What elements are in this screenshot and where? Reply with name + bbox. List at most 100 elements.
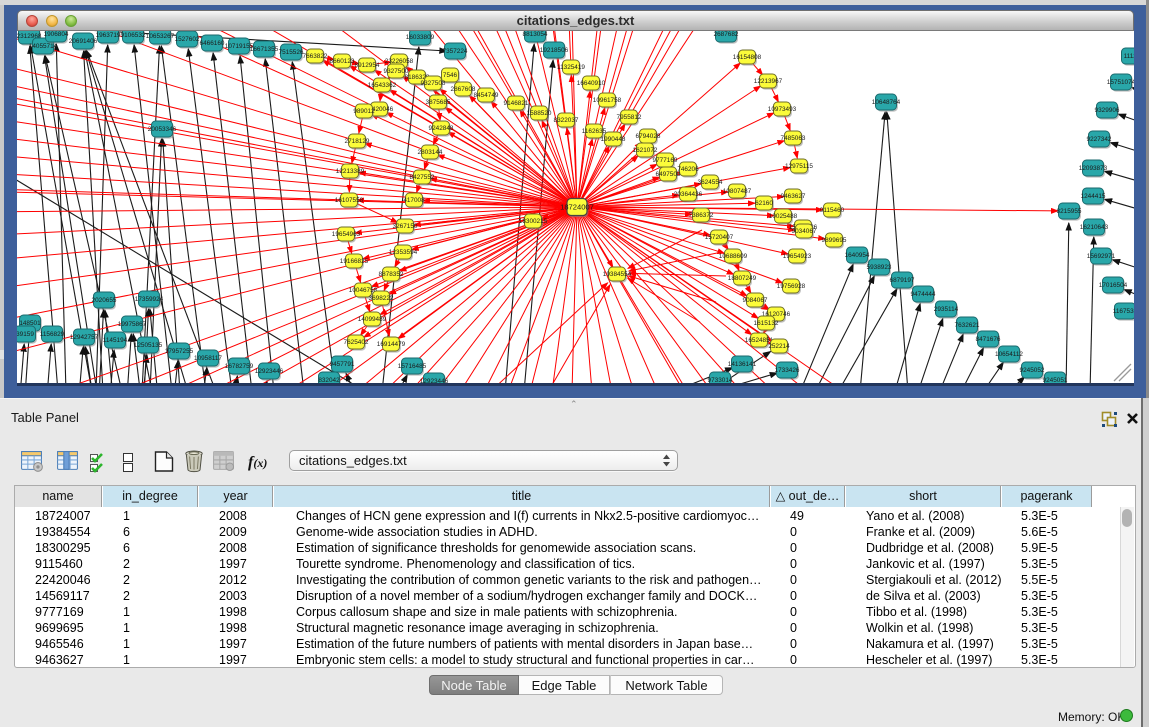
svg-text:16033809: 16033809: [406, 34, 435, 41]
svg-text:18300215: 18300215: [519, 218, 548, 225]
svg-text:19384554: 19384554: [603, 271, 632, 278]
svg-text:1167533: 1167533: [1113, 308, 1134, 315]
svg-text:10653267: 10653267: [146, 33, 175, 40]
svg-text:17957255: 17957255: [165, 348, 194, 355]
svg-text:989012: 989012: [353, 108, 375, 115]
svg-text:2687682: 2687682: [714, 31, 739, 38]
svg-text:19218506: 19218506: [540, 47, 569, 54]
svg-text:1990448: 1990448: [601, 136, 626, 143]
svg-text:6879197: 6879197: [890, 277, 915, 284]
svg-text:16154808: 16154808: [733, 54, 762, 61]
svg-text:3624554: 3624554: [698, 179, 723, 186]
svg-text:5938923: 5938923: [867, 264, 892, 271]
svg-text:11325419: 11325419: [557, 64, 585, 71]
svg-text:15716485: 15716485: [398, 363, 427, 370]
svg-text:3875685: 3875685: [426, 99, 451, 106]
svg-text:12213967: 12213967: [754, 78, 783, 85]
svg-text:20364436: 20364436: [674, 191, 703, 198]
svg-text:1244415: 1244415: [1081, 193, 1106, 200]
svg-text:9474444: 9474444: [911, 291, 936, 298]
svg-text:10648764: 10648764: [872, 99, 901, 106]
svg-text:10688609: 10688609: [719, 253, 748, 260]
svg-text:10807487: 10807487: [723, 188, 752, 195]
svg-text:7357224: 7357224: [443, 48, 468, 55]
svg-text:12975115: 12975115: [785, 163, 813, 170]
svg-text:15692971: 15692971: [1087, 253, 1116, 260]
svg-text:1615132: 1615132: [754, 320, 779, 327]
svg-text:17016504: 17016504: [1099, 282, 1128, 289]
svg-text:19654923: 19654923: [783, 253, 812, 260]
svg-text:19975867: 19975867: [118, 321, 147, 328]
svg-text:14136141: 14136141: [728, 361, 757, 368]
svg-text:8322037: 8322037: [554, 117, 579, 124]
svg-text:12213389: 12213389: [336, 168, 365, 175]
svg-text:1162635: 1162635: [582, 128, 607, 135]
svg-text:1156829: 1156829: [40, 331, 65, 338]
svg-text:8454749: 8454749: [474, 92, 499, 99]
svg-text:14099489: 14099489: [358, 316, 387, 323]
svg-text:10025488: 10025488: [769, 213, 798, 220]
svg-text:8215955: 8215955: [1057, 208, 1082, 215]
svg-text:12923446: 12923446: [255, 368, 284, 375]
svg-text:7632621: 7632621: [955, 322, 980, 329]
svg-text:2718129: 2718129: [345, 138, 370, 145]
svg-text:9034067: 9034067: [792, 228, 817, 235]
svg-text:8660123: 8660123: [330, 58, 355, 65]
svg-text:2935114: 2935114: [934, 306, 959, 313]
svg-text:9084067: 9084067: [743, 297, 768, 304]
svg-text:62160: 62160: [755, 200, 773, 207]
svg-text:9329906: 9329906: [1095, 107, 1120, 114]
svg-text:10961758: 10961758: [593, 97, 622, 104]
svg-text:39159: 39159: [17, 331, 34, 338]
svg-text:20053346: 20053346: [148, 126, 177, 133]
svg-text:3698222: 3698222: [369, 295, 394, 302]
svg-text:9457791: 9457791: [330, 361, 355, 368]
svg-text:746206: 746206: [677, 166, 699, 173]
svg-text:8471676: 8471676: [976, 336, 1001, 343]
svg-text:9227342: 9227342: [1087, 136, 1112, 143]
svg-text:9106532: 9106532: [121, 32, 146, 39]
svg-text:16782759: 16782759: [225, 363, 254, 370]
svg-text:2020655: 2020655: [92, 297, 117, 304]
svg-text:16640910: 16640910: [577, 80, 606, 87]
svg-text:8912954: 8912954: [355, 62, 380, 69]
svg-text:15751074: 15751074: [1107, 79, 1134, 86]
svg-text:14055714: 14055714: [29, 43, 58, 50]
svg-text:7663822: 7663822: [303, 53, 328, 60]
svg-text:20691406: 20691406: [69, 38, 98, 45]
svg-text:2803144: 2803144: [418, 149, 443, 156]
svg-text:252214: 252214: [768, 343, 790, 350]
svg-text:8813054: 8813054: [523, 31, 548, 38]
svg-text:1906804: 1906804: [44, 31, 69, 38]
svg-text:6466160: 6466160: [200, 40, 225, 47]
svg-text:417008: 417008: [403, 197, 425, 204]
svg-text:7625402: 7625402: [344, 339, 369, 346]
svg-text:12093873: 12093873: [1079, 165, 1108, 172]
svg-text:1963719: 1963719: [96, 32, 121, 39]
svg-text:10958117: 10958117: [194, 355, 222, 362]
svg-text:9327508: 9327508: [421, 80, 446, 87]
svg-text:8878352: 8878352: [379, 271, 404, 278]
svg-text:9899695: 9899695: [822, 237, 847, 244]
svg-text:16543362: 16543362: [368, 82, 397, 89]
svg-text:9777169: 9777169: [653, 157, 678, 164]
svg-text:8427552: 8427552: [410, 174, 435, 181]
svg-text:1621072: 1621072: [633, 147, 658, 154]
svg-text:15720407: 15720407: [705, 234, 734, 241]
svg-text:3267150: 3267150: [393, 223, 418, 230]
svg-text:10973493: 10973493: [768, 106, 797, 113]
svg-text:7386372: 7386372: [689, 212, 714, 219]
svg-text:1640954: 1640954: [845, 252, 870, 259]
svg-text:12942757: 12942757: [70, 334, 99, 341]
svg-text:9146821: 9146821: [504, 100, 529, 107]
svg-text:9115460: 9115460: [820, 207, 845, 214]
svg-text:16210643: 16210643: [1080, 224, 1109, 231]
svg-text:1733426: 1733426: [775, 367, 800, 374]
svg-text:19756928: 19756928: [777, 283, 806, 290]
svg-text:7955812: 7955812: [617, 114, 642, 121]
svg-text:7546: 7546: [443, 72, 458, 79]
svg-text:6497508: 6497508: [656, 171, 681, 178]
svg-text:12353594: 12353594: [389, 249, 418, 256]
svg-text:1588520: 1588520: [527, 110, 552, 117]
svg-text:19166825: 19166825: [340, 258, 369, 265]
